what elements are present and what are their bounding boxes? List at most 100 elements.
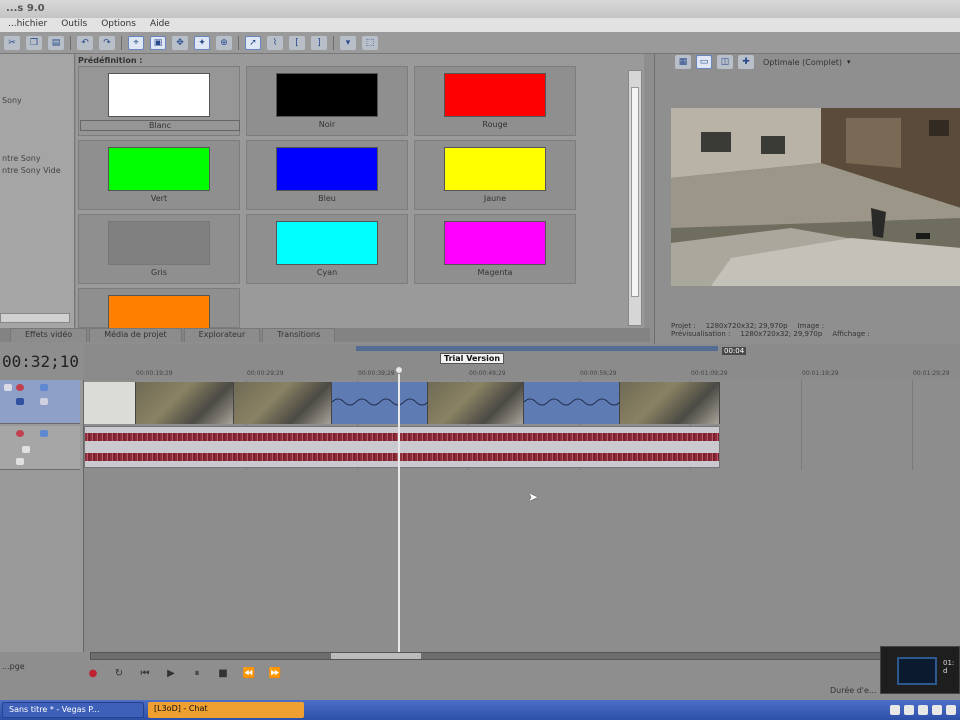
video-preview-panel: ▦ ▭ ◫ ✚ Optimale (Complet) ▾ Projet: 12… xyxy=(654,54,960,346)
taskbar-vegas[interactable]: Sans titre * - Vegas P... xyxy=(2,702,144,718)
undo-icon[interactable]: ↶ xyxy=(77,35,93,50)
preset-label: Cyan xyxy=(316,268,338,277)
tray-icon[interactable] xyxy=(918,705,928,715)
loop-icon[interactable]: ↻ xyxy=(112,667,126,679)
tab-transitions[interactable]: Transitions xyxy=(262,328,336,342)
mute-icon[interactable] xyxy=(16,384,24,391)
paste-icon[interactable]: ▤ xyxy=(48,35,64,50)
timeline-scrollbar[interactable] xyxy=(90,652,950,660)
tray-icon[interactable] xyxy=(890,705,900,715)
explorer-scrollbar[interactable] xyxy=(0,313,70,323)
preset-red[interactable]: Rouge xyxy=(414,66,576,136)
preset-blue[interactable]: Bleu xyxy=(246,140,408,210)
copy-icon[interactable]: ❐ xyxy=(26,35,42,50)
video-track-header[interactable] xyxy=(0,380,80,424)
preset-magenta[interactable]: Magenta xyxy=(414,214,576,284)
expand-icon[interactable] xyxy=(4,384,12,391)
tab-project-media[interactable]: Média de projet xyxy=(89,328,182,342)
video-clip[interactable] xyxy=(234,382,332,424)
redo-icon[interactable]: ↷ xyxy=(99,35,115,50)
gray-swatch xyxy=(108,221,210,265)
marker-icon[interactable]: ▾ xyxy=(340,35,356,50)
tab-video-fx[interactable]: Effets vidéo xyxy=(10,328,88,342)
properties-icon[interactable]: ▦ xyxy=(675,55,691,69)
split-screen-icon[interactable]: ◫ xyxy=(717,55,733,69)
overlay-icon[interactable]: ✚ xyxy=(738,55,754,69)
preview-quality-select[interactable]: Optimale (Complet) xyxy=(763,58,842,67)
menu-options[interactable]: Options xyxy=(101,19,136,31)
select-icon[interactable]: ➚ xyxy=(245,35,261,50)
pause-icon[interactable]: ⏸ xyxy=(190,667,204,679)
solo-icon[interactable] xyxy=(40,384,48,391)
video-frame xyxy=(671,108,960,286)
audio-track-header[interactable] xyxy=(0,426,80,470)
go-to-start-icon[interactable]: ⏪ xyxy=(242,667,256,679)
cut-icon[interactable]: ✂ xyxy=(4,35,20,50)
lock-icon[interactable]: ▣ xyxy=(150,35,166,50)
envelope-icon[interactable]: ✦ xyxy=(194,35,210,50)
explorer-item[interactable]: ntre Sony Vide xyxy=(2,166,61,175)
tray-icon[interactable] xyxy=(946,705,956,715)
record-icon[interactable]: ● xyxy=(86,667,100,679)
go-to-end-icon[interactable]: ⏩ xyxy=(268,667,282,679)
toolbar-divider xyxy=(70,35,71,50)
trim-end-icon[interactable]: ] xyxy=(311,35,327,50)
solo-icon[interactable] xyxy=(40,430,48,437)
pan-slider-icon[interactable] xyxy=(16,458,24,465)
preview-info: Projet : 1280x720x32; 29,970p Image : Pr… xyxy=(671,322,960,338)
taskbar-chat[interactable]: [L3oD] - Chat xyxy=(148,702,304,718)
external-monitor-icon[interactable]: ▭ xyxy=(696,55,712,69)
preset-green[interactable]: Vert xyxy=(78,140,240,210)
menu-file[interactable]: ...hichier xyxy=(8,19,47,31)
video-track xyxy=(84,382,720,424)
play-from-start-icon[interactable]: ⏮ xyxy=(138,667,152,679)
audio-track-clip[interactable] xyxy=(84,426,720,468)
preset-cyan[interactable]: Cyan xyxy=(246,214,408,284)
presets-scrollbar[interactable] xyxy=(628,70,642,326)
preset-gray[interactable]: Gris xyxy=(78,214,240,284)
zoom-icon[interactable]: ⊕ xyxy=(216,35,232,50)
fx-icon[interactable] xyxy=(16,398,24,405)
video-clip[interactable] xyxy=(136,382,234,424)
scroll-thumb[interactable] xyxy=(631,87,639,297)
region-icon[interactable]: ⬚ xyxy=(362,35,378,50)
preset-orange[interactable] xyxy=(78,288,240,329)
timeline-area[interactable] xyxy=(84,366,960,660)
timeline-ruler[interactable]: Trial Version 00:04 00:00:19;29 00:00:29… xyxy=(84,344,960,380)
preset-yellow[interactable]: Jaune xyxy=(414,140,576,210)
loop-region-bar[interactable] xyxy=(356,346,718,351)
chevron-down-icon[interactable]: ▾ xyxy=(847,58,851,66)
tray-icon[interactable] xyxy=(904,705,914,715)
snap-icon[interactable]: ⌖ xyxy=(128,35,144,50)
video-clip[interactable] xyxy=(620,382,720,424)
play-icon[interactable]: ▶ xyxy=(164,667,178,679)
volume-slider-icon[interactable] xyxy=(22,446,30,453)
green-swatch xyxy=(108,147,210,191)
preset-black[interactable]: Noir xyxy=(246,66,408,136)
taskbar: Sans titre * - Vegas P... [L3oD] - Chat xyxy=(0,700,960,720)
menu-tools[interactable]: Outils xyxy=(61,19,87,31)
tray-icon[interactable] xyxy=(932,705,942,715)
scroll-thumb[interactable] xyxy=(331,653,421,659)
edit-tool-icon[interactable]: ✥ xyxy=(172,35,188,50)
playhead-handle[interactable] xyxy=(395,366,403,374)
video-clip-blank[interactable] xyxy=(524,382,620,424)
mute-icon[interactable] xyxy=(16,430,24,437)
explorer-item[interactable]: Sony xyxy=(2,96,22,105)
split-icon[interactable]: ⌇ xyxy=(267,35,283,50)
playhead-cursor[interactable] xyxy=(395,366,403,652)
video-clip[interactable] xyxy=(428,382,524,424)
trim-start-icon[interactable]: [ xyxy=(289,35,305,50)
tab-explorer[interactable]: Explorateur xyxy=(183,328,261,342)
preset-white[interactable]: Blanc xyxy=(78,66,240,136)
toolbar-divider xyxy=(333,35,334,50)
menu-help[interactable]: Aide xyxy=(150,19,170,31)
stop-icon[interactable]: ■ xyxy=(216,667,230,679)
notification-popup[interactable]: 01: d xyxy=(880,646,960,694)
video-clip-white[interactable] xyxy=(84,382,136,424)
compositing-icon[interactable] xyxy=(40,398,48,405)
timecode-display[interactable]: 00:32;10 xyxy=(0,352,84,374)
loop-end-marker[interactable]: 00:04 xyxy=(722,347,747,355)
video-clip-blank[interactable] xyxy=(332,382,428,424)
explorer-item[interactable]: ntre Sony xyxy=(2,154,41,163)
